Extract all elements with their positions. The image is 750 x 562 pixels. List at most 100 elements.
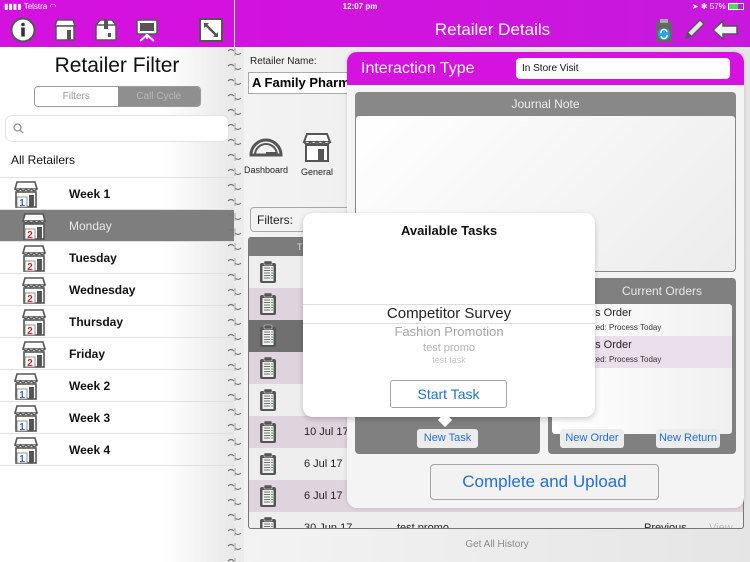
sidebar-item-label: Tuesday xyxy=(69,250,117,265)
carrier-label: Telstra xyxy=(23,2,48,11)
signal-icon: ▮▮▮▮ xyxy=(4,2,24,11)
store-badge-icon: 2 xyxy=(21,213,47,240)
back-arrow-icon[interactable] xyxy=(711,19,739,41)
spiral-ring xyxy=(227,393,242,401)
sync-clipboard-icon[interactable] xyxy=(653,18,675,44)
sidebar-item[interactable]: 1 Week 1 xyxy=(0,177,234,209)
spiral-ring xyxy=(227,93,242,101)
clipboard-icon xyxy=(260,292,276,315)
search-input[interactable] xyxy=(6,116,228,141)
spiral-binding-decoration xyxy=(227,48,242,562)
history-date: 30 Jun 17 xyxy=(304,522,353,529)
sidebar-item-label: Thursday xyxy=(69,314,124,329)
carrier-status: ▮▮▮▮ Telstra ◠ xyxy=(4,2,56,11)
task-option[interactable]: test task xyxy=(303,355,595,364)
spiral-ring xyxy=(227,468,242,476)
presentation-icon[interactable] xyxy=(134,17,160,43)
sidebar-item[interactable]: 1 Week 3 xyxy=(0,401,234,433)
spiral-ring xyxy=(227,528,242,536)
sidebar-item[interactable]: 2 Wednesday xyxy=(0,273,234,305)
spiral-ring xyxy=(227,408,242,416)
store-badge-icon: 2 xyxy=(21,309,47,336)
spiral-ring xyxy=(227,198,242,206)
svg-text:1: 1 xyxy=(19,198,25,208)
wifi-icon: ◠ xyxy=(49,2,57,11)
sidebar-item-label: Week 2 xyxy=(69,378,111,393)
info-icon[interactable] xyxy=(10,17,36,43)
spiral-ring xyxy=(227,63,242,71)
interaction-type-select[interactable]: In Store Visit xyxy=(516,58,730,79)
svg-text:2: 2 xyxy=(27,358,33,368)
sidebar-item[interactable]: 1 Week 2 xyxy=(0,369,234,401)
clipboard-icon xyxy=(260,484,276,507)
battery-status: ➤ ✱ 57% xyxy=(692,2,744,11)
left-toolbar: ▮▮▮▮ Telstra ◠ xyxy=(0,0,234,47)
sidebar-item[interactable]: 2 Thursday xyxy=(0,305,234,337)
segment-call-cycle[interactable]: Call Cycle xyxy=(117,87,200,106)
spiral-ring xyxy=(227,513,242,521)
header-bar: 12:07 pm ➤ ✱ 57% Retailer Details xyxy=(235,0,750,47)
get-all-history-button[interactable]: Get All History xyxy=(244,539,750,550)
sidebar-item-label: Week 1 xyxy=(69,186,111,201)
status-time: 12:07 pm xyxy=(342,2,378,11)
filter-title: Retailer Filter xyxy=(54,54,180,77)
task-option[interactable]: Fashion Promotion xyxy=(303,324,595,339)
start-task-button[interactable]: Start Task xyxy=(390,380,507,408)
spiral-ring xyxy=(227,48,242,56)
general-button[interactable]: General xyxy=(296,131,338,177)
available-tasks-popover: Available Tasks Competitor Survey Fashio… xyxy=(303,213,595,428)
history-view-link[interactable]: View xyxy=(709,522,733,528)
pencil-icon[interactable] xyxy=(682,18,706,42)
sidebar-item[interactable]: 2 Tuesday xyxy=(0,241,234,273)
order-status: ated: Process Today xyxy=(589,323,662,332)
list-end-divider xyxy=(0,465,234,497)
sidebar-item-label: Week 4 xyxy=(69,442,111,457)
call-cycle-list: 1 Week 1 2 Monday 2 Tuesday 2 Wednesday 2 Thursda… xyxy=(0,177,234,497)
store-badge-icon: 1 xyxy=(13,181,39,208)
spiral-ring xyxy=(227,108,242,116)
task-option[interactable]: test promo xyxy=(303,342,595,354)
svg-text:2: 2 xyxy=(27,230,33,240)
segment-filters[interactable]: Filters xyxy=(35,87,118,106)
svg-text:2: 2 xyxy=(27,262,33,272)
clipboard-icon xyxy=(260,260,276,283)
dashboard-button[interactable]: Dashboard xyxy=(240,129,292,175)
new-task-button[interactable]: New Task xyxy=(417,429,478,448)
store-badge-icon: 2 xyxy=(21,245,47,272)
spiral-ring xyxy=(227,183,242,191)
svg-text:1: 1 xyxy=(19,454,25,464)
expand-icon[interactable] xyxy=(198,17,224,43)
task-option-selected[interactable]: Competitor Survey xyxy=(303,305,595,322)
sidebar-item-label: Wednesday xyxy=(69,282,136,297)
sidebar-item[interactable]: 1 Week 4 xyxy=(0,433,234,465)
svg-text:1: 1 xyxy=(19,422,25,432)
spiral-ring xyxy=(227,228,242,236)
store-badge-icon: 2 xyxy=(21,277,47,304)
all-retailers-item[interactable]: All Retailers xyxy=(11,153,75,167)
order-title: es Order xyxy=(589,307,632,319)
store-icon[interactable] xyxy=(52,17,78,43)
svg-text:1: 1 xyxy=(19,390,25,400)
spiral-ring xyxy=(227,453,242,461)
history-row[interactable]: 30 Jun 17 test promo Previous View xyxy=(249,512,743,529)
spiral-ring xyxy=(227,288,242,296)
sidebar-item[interactable]: 2 Monday xyxy=(0,209,234,241)
clipboard-icon xyxy=(260,452,276,475)
spiral-ring xyxy=(227,243,242,251)
spiral-ring xyxy=(227,423,242,431)
interaction-type-label: Interaction Type xyxy=(361,60,475,77)
sidebar-item[interactable]: 2 Friday xyxy=(0,337,234,369)
complete-and-upload-button[interactable]: Complete and Upload xyxy=(430,464,659,500)
journal-note-label: Journal Note xyxy=(511,97,580,111)
retailer-name-field[interactable]: A Family Pharmacy xyxy=(248,72,358,94)
spiral-ring xyxy=(227,438,242,446)
history-type: Previous xyxy=(644,522,687,529)
new-order-button[interactable]: New Order xyxy=(560,429,624,448)
spiral-ring xyxy=(227,303,242,311)
store-badge-icon: 2 xyxy=(21,341,47,368)
interaction-header: Interaction Type In Store Visit xyxy=(347,52,744,85)
store-badge-icon: 1 xyxy=(13,373,39,400)
package-icon[interactable] xyxy=(93,17,119,43)
spiral-ring xyxy=(227,378,242,386)
new-return-button[interactable]: New Return xyxy=(656,429,720,448)
